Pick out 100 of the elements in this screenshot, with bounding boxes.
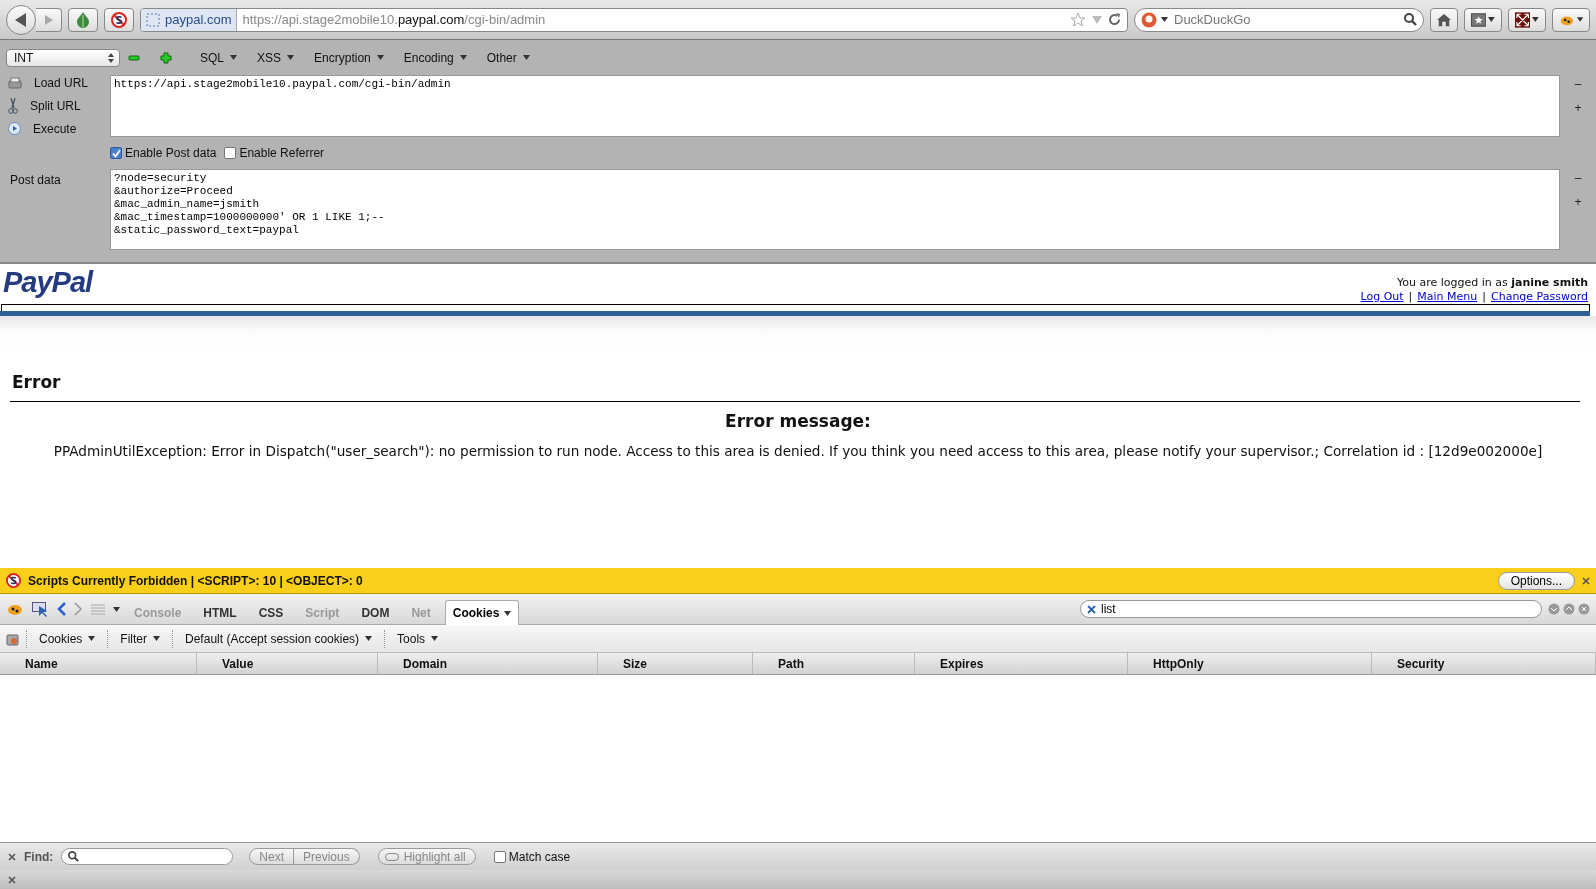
error-message: PPAdminUtilException: Error in Dispatch("user_search"): no permission to run node. Access to this area is denied. If you think you need access to this area, please notify your supervisor.; Correlation id : [12d9e002000e] [52,442,1544,459]
nav-link[interactable]: Change Password [1491,290,1588,304]
caret-icon [230,55,237,60]
play-icon [8,122,21,136]
caret-icon [431,636,439,641]
action-button[interactable]: Execute [8,120,110,137]
bug-icon[interactable] [6,602,24,616]
close-icon[interactable] [8,852,16,861]
caret-icon [153,636,161,641]
checkbox[interactable] [110,147,122,159]
menu-button[interactable]: XSS [251,50,301,65]
clear-icon[interactable] [1087,604,1096,614]
menu-button[interactable]: Encryption [308,50,390,65]
caret-icon [88,636,96,641]
noscript-icon [111,11,127,28]
caret-icon [522,55,530,60]
menu-button[interactable]: Other [480,50,536,65]
action-button[interactable]: Load URL [8,75,110,92]
home-button[interactable] [1430,7,1458,32]
onion-button[interactable] [68,7,98,32]
address-bar[interactable]: paypal.com https://api.stage2mobile10.paypal.com/cgi-bin/admin [140,7,1128,32]
options-button[interactable]: Options... [1497,571,1575,590]
nav-link[interactable]: Main Menu [1417,290,1478,304]
resize-button[interactable]: + [1574,101,1582,115]
post-data-label: Post data [9,172,62,189]
caret-icon [459,55,467,60]
star-icon[interactable] [1070,11,1086,28]
firebug-button[interactable] [1552,7,1590,32]
close-icon[interactable] [1578,603,1590,615]
url-field[interactable]: https://api.stage2mobile10.paypal.com/cgi-bin/admin [110,75,1560,137]
scissors-icon [8,98,18,114]
panel-tab[interactable]: Cookies [444,600,520,625]
forward-arrow-icon [44,14,53,25]
caret-icon [1161,17,1168,22]
column-header[interactable]: Name [0,653,197,674]
checkbox[interactable] [224,147,237,159]
close-icon[interactable] [8,875,16,884]
find-box[interactable] [61,848,234,865]
caret-icon [1576,17,1583,22]
menu-button[interactable]: Default (Accept session cookies) [179,631,379,646]
search-box[interactable]: DuckDuckGo [1134,7,1424,32]
caret-icon [1488,17,1495,22]
menu-button[interactable]: Cookies [33,631,102,646]
noscript-icon [6,573,21,588]
home-icon [1437,12,1451,27]
site-identity[interactable]: paypal.com [141,8,238,31]
menu-button[interactable]: Tools [391,631,445,646]
caret-icon [287,55,295,60]
resize-button[interactable]: + [1574,195,1582,209]
column-header[interactable]: HttpOnly [1128,653,1372,674]
menu-button[interactable]: SQL [194,50,243,65]
inspect-icon[interactable] [32,601,49,617]
caret-icon [376,55,384,60]
panel-tab[interactable]: DOM [353,600,398,625]
find-label: Find: [24,849,54,864]
reload-icon[interactable] [1108,13,1121,26]
column-header[interactable]: Value [197,653,378,674]
search-icon [68,851,80,862]
noscript-button[interactable] [104,7,134,32]
column-header[interactable]: Domain [378,653,598,674]
back-button[interactable] [6,4,36,35]
nav-link[interactable]: Log Out [1360,290,1404,304]
back-icon[interactable] [57,602,66,616]
checkbox-label: Enable Post data [125,146,217,160]
resize-button[interactable]: – [1574,77,1582,91]
error-heading: Error message: [724,410,872,431]
detach-icon[interactable] [1563,603,1575,615]
encoding-select[interactable]: INT [6,48,120,67]
page-heading: Error [11,371,62,394]
action-button[interactable]: Split URL [8,97,110,115]
plus-icon[interactable] [160,51,172,64]
checkbox-label: Match case [508,849,571,864]
panel-tab[interactable]: HTML [195,600,245,625]
noscript-message: Scripts Currently Forbidden | <SCRIPT>: 10 | <OBJECT>: 0 [28,573,364,588]
caret-icon [1532,17,1539,22]
column-header[interactable]: Size [598,653,753,674]
search-icon[interactable] [1404,13,1417,26]
fullscreen-button[interactable] [1508,7,1546,32]
updown-arrows-icon [108,52,114,63]
column-header[interactable]: Path [753,653,915,674]
minus-icon[interactable] [128,54,140,61]
post-data-field[interactable]: ?node=security &authorize=Proceed &mac_admin_name=jsmith &mac_timestamp=1000000000' OR 1 LIKE 1;-- &static_password_text=paypal [110,169,1560,250]
bookmarks-button[interactable] [1464,7,1502,32]
forward-button[interactable] [36,7,62,32]
printer-icon [8,76,22,90]
forward-icon[interactable] [74,602,83,616]
column-header[interactable]: Security [1372,653,1596,674]
column-header[interactable]: Expires [915,653,1128,674]
checkbox-label: Enable Referrer [239,146,325,160]
logo: PayPal [3,266,93,299]
menu-button[interactable]: Filter [114,631,167,646]
checkbox[interactable] [493,850,506,863]
resize-button[interactable]: – [1574,171,1582,185]
link-separator: | [1408,290,1413,304]
panel-tab[interactable]: CSS [250,600,292,625]
menu-button[interactable]: Encoding [397,50,473,65]
back-arrow-icon [15,12,27,27]
close-icon[interactable] [1582,576,1590,585]
minimize-icon[interactable] [1548,603,1560,615]
search-box[interactable]: list [1080,600,1542,618]
